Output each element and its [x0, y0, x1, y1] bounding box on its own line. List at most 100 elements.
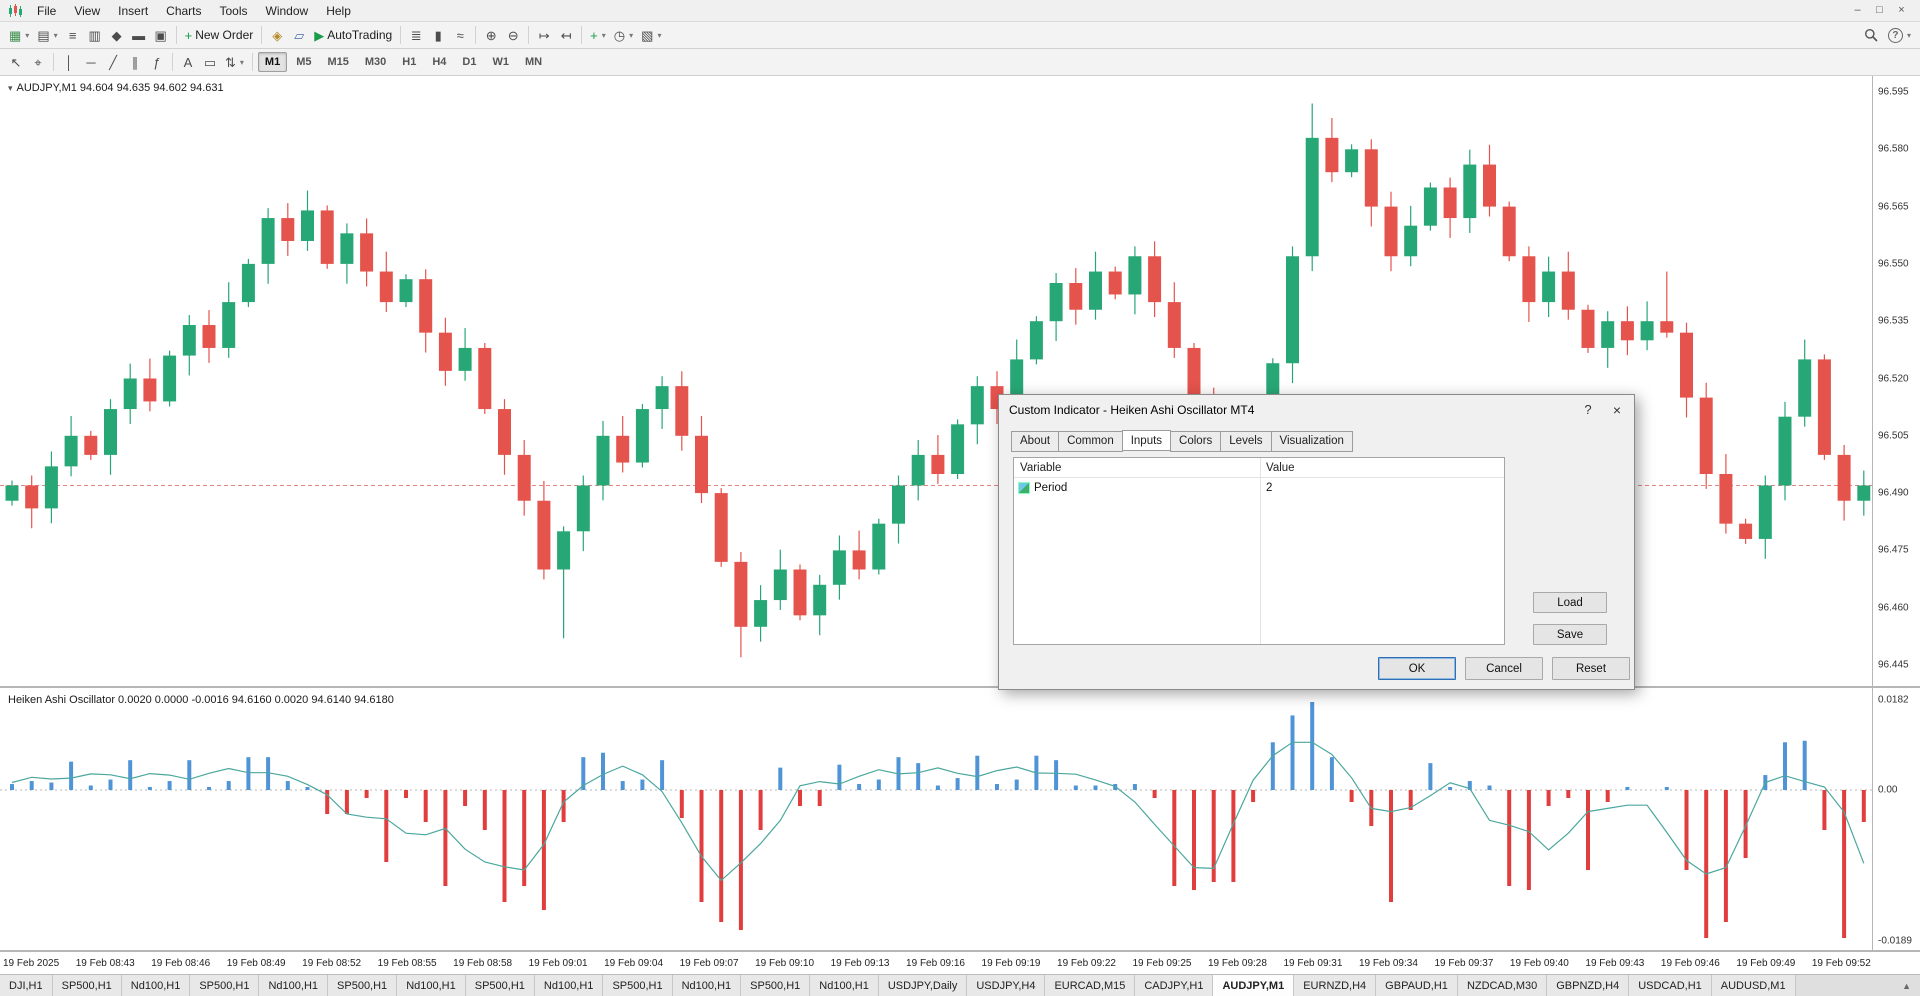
templates-button[interactable]: ▧ ▾ — [637, 24, 665, 46]
chart-tab[interactable]: GBPAUD,H1 — [1376, 975, 1458, 996]
chart-tab[interactable]: Nd100,H1 — [259, 975, 328, 996]
chart-tab[interactable]: Nd100,H1 — [673, 975, 742, 996]
table-row[interactable]: Period 2 — [1014, 478, 1504, 497]
save-button[interactable]: Save — [1533, 624, 1607, 645]
data-window-button[interactable]: ▥ — [84, 24, 106, 46]
chart-tab[interactable]: Nd100,H1 — [122, 975, 191, 996]
search-button[interactable] — [1860, 24, 1882, 46]
dialog-tab[interactable]: Colors — [1170, 431, 1221, 452]
timeframe-button[interactable]: MN — [518, 52, 549, 72]
indicators-button[interactable]: + ▾ — [586, 24, 610, 46]
chart-tab[interactable]: SP500,H1 — [190, 975, 259, 996]
chart-tab[interactable]: AUDUSD,M1 — [1712, 975, 1796, 996]
chart-collapse-icon[interactable]: ▾ — [8, 83, 13, 94]
toolbar-button-icon: ⊖ — [508, 29, 519, 42]
menu-item[interactable]: Help — [317, 1, 360, 21]
menu-item[interactable]: Window — [257, 1, 318, 21]
chart-tab[interactable]: SP500,H1 — [603, 975, 672, 996]
trendline-button[interactable]: ╱ — [102, 51, 124, 73]
dialog-close-button[interactable]: × — [1605, 399, 1629, 421]
fibonacci-button[interactable]: ƒ — [146, 51, 168, 73]
dialog-tab[interactable]: Inputs — [1122, 430, 1171, 451]
chart-tab[interactable]: DJI,H1 — [0, 975, 53, 996]
horizontal-line-button[interactable]: ─ — [80, 51, 102, 73]
menu-item[interactable]: File — [28, 1, 65, 21]
chart-tab[interactable]: CADJPY,H1 — [1135, 975, 1213, 996]
window-close-button[interactable]: × — [1892, 3, 1911, 19]
oscillator-canvas[interactable] — [0, 688, 1872, 950]
maximize-button[interactable]: □ — [1870, 3, 1889, 19]
help-button[interactable]: ? ▾ — [1884, 24, 1915, 46]
dialog-tab[interactable]: About — [1011, 431, 1059, 452]
dialog-tab[interactable]: Levels — [1220, 431, 1271, 452]
timeframe-button[interactable]: M5 — [289, 52, 318, 72]
bar-chart-button[interactable]: ≣ — [405, 24, 427, 46]
chart-tab[interactable]: NZDCAD,M30 — [1458, 975, 1547, 996]
price-axis[interactable]: 96.59596.58096.56596.55096.53596.52096.5… — [1872, 76, 1920, 686]
chart-tab[interactable]: Nd100,H1 — [535, 975, 604, 996]
terminal-button[interactable]: ▬ — [128, 24, 150, 46]
timeframe-button[interactable]: H1 — [395, 52, 423, 72]
chart-tab[interactable]: GBPNZD,H4 — [1547, 975, 1629, 996]
new-order-button[interactable]: + New Order — [181, 24, 258, 46]
timeframe-button[interactable]: M15 — [320, 52, 355, 72]
toolbar-separator — [475, 26, 476, 44]
navigator-button[interactable]: ◆ — [106, 24, 128, 46]
dialog-tab[interactable]: Common — [1058, 431, 1123, 452]
menu-item[interactable]: Tools — [211, 1, 257, 21]
chart-print-button[interactable]: ▱ — [288, 24, 310, 46]
auto-scroll-button[interactable]: ↦ — [533, 24, 555, 46]
line-chart-button[interactable]: ≈ — [449, 24, 471, 46]
text-button[interactable]: A — [177, 51, 199, 73]
menu-item[interactable]: View — [65, 1, 109, 21]
timeframe-button[interactable]: H4 — [425, 52, 453, 72]
chart-shift-button[interactable]: ↤ — [555, 24, 577, 46]
cursor-button[interactable]: ↖ — [5, 51, 27, 73]
variable-value[interactable]: 2 — [1260, 482, 1504, 494]
chart-tab[interactable]: SP500,H1 — [741, 975, 810, 996]
help-icon: ? — [1888, 28, 1903, 43]
chart-tab[interactable]: USDJPY,H4 — [967, 975, 1045, 996]
candlestick-chart-button[interactable]: ▮ — [427, 24, 449, 46]
tab-scroll-icon[interactable]: ▲ — [1893, 975, 1920, 996]
chart-tab[interactable]: SP500,H1 — [328, 975, 397, 996]
timeframe-button[interactable]: M1 — [258, 52, 287, 72]
minimize-button[interactable]: – — [1848, 3, 1867, 19]
equidistant-channel-button[interactable]: ∥ — [124, 51, 146, 73]
oscillator-axis[interactable]: 0.01820.00-0.0189 — [1872, 688, 1920, 950]
chart-tab[interactable]: USDCAD,H1 — [1629, 975, 1712, 996]
ok-button[interactable]: OK — [1378, 657, 1456, 680]
vertical-line-button[interactable]: │ — [58, 51, 80, 73]
timeframe-button[interactable]: M30 — [358, 52, 393, 72]
periods-button[interactable]: ◷ ▾ — [610, 24, 637, 46]
chart-tab[interactable]: SP500,H1 — [53, 975, 122, 996]
chart-tab[interactable]: USDJPY,Daily — [879, 975, 968, 996]
chart-tab[interactable]: EURNZD,H4 — [1294, 975, 1376, 996]
strategy-tester-button[interactable]: ▣ — [150, 24, 172, 46]
crosshair-button[interactable]: ⌖ — [27, 51, 49, 73]
profiles-button[interactable]: ▤ ▾ — [33, 24, 61, 46]
chart-tab[interactable]: Nd100,H1 — [397, 975, 466, 996]
load-button[interactable]: Load — [1533, 592, 1607, 613]
arrows-button[interactable]: ⇅ ▾ — [221, 51, 248, 73]
chart-tab[interactable]: SP500,H1 — [466, 975, 535, 996]
zoom-out-button[interactable]: ⊖ — [502, 24, 524, 46]
chart-tab[interactable]: AUDJPY,M1 — [1213, 975, 1294, 996]
cancel-button[interactable]: Cancel — [1465, 657, 1543, 680]
timeframe-button[interactable]: D1 — [455, 52, 483, 72]
chart-tab[interactable]: Nd100,H1 — [810, 975, 879, 996]
metaeditor-button[interactable]: ◈ — [266, 24, 288, 46]
new-chart-button[interactable]: ▦ ▾ — [5, 24, 33, 46]
chart-tab[interactable]: EURCAD,M15 — [1045, 975, 1135, 996]
zoom-in-button[interactable]: ⊕ — [480, 24, 502, 46]
reset-button[interactable]: Reset — [1552, 657, 1630, 680]
timeframe-button[interactable]: W1 — [485, 52, 516, 72]
dialog-tab[interactable]: Visualization — [1271, 431, 1353, 452]
menu-item[interactable]: Charts — [157, 1, 210, 21]
market-watch-button[interactable]: ≡ — [62, 24, 84, 46]
menu-item[interactable]: Insert — [109, 1, 157, 21]
dialog-help-button[interactable]: ? — [1576, 399, 1600, 421]
text-label-button[interactable]: ▭ — [199, 51, 221, 73]
autotrading-button[interactable]: ▶ AutoTrading — [310, 24, 396, 46]
dialog-titlebar[interactable]: Custom Indicator - Heiken Ashi Oscillato… — [999, 395, 1634, 425]
